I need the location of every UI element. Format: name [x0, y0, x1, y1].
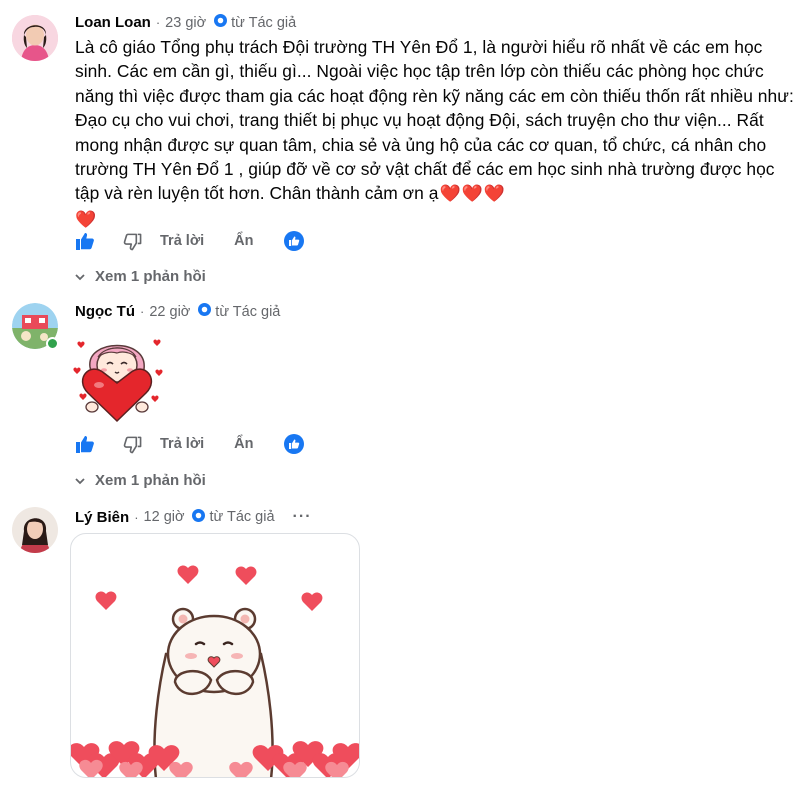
timestamp[interactable]: 12 giờ — [144, 509, 185, 525]
author-badge-icon — [192, 508, 206, 526]
more-options-button[interactable]: ··· — [293, 508, 312, 526]
avatar[interactable] — [12, 507, 58, 553]
comment-ly-bien: Lý Biên · 12 giờ từ Tác giả ··· — [0, 0, 800, 791]
author-name[interactable]: Lý Biên — [75, 509, 129, 526]
separator-dot: · — [134, 509, 139, 525]
sticker-bear-heart[interactable] — [70, 533, 360, 778]
source-label: từ Tác giả — [209, 509, 275, 525]
